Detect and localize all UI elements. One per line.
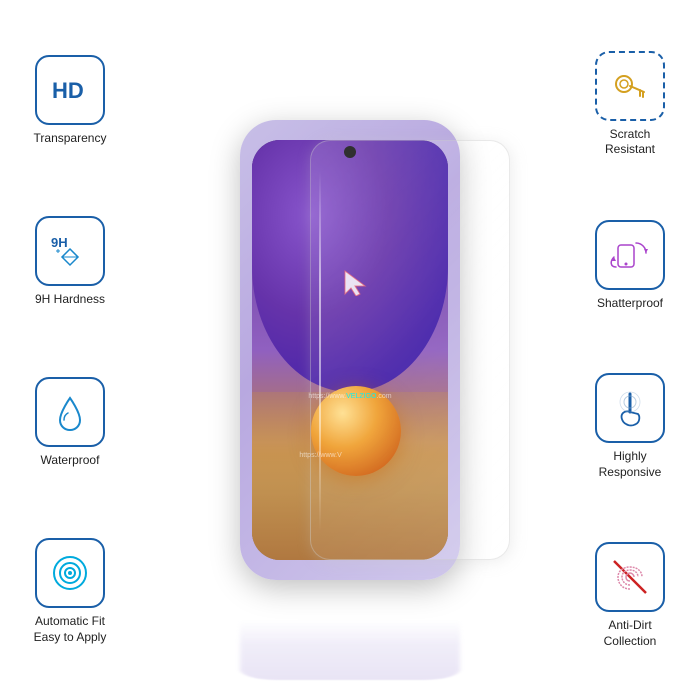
scratch-label: Scratch Resistant (605, 127, 655, 158)
touch-icon (608, 386, 652, 430)
main-container: HD Transparency 9H 9H Hard (0, 0, 700, 700)
antidirt-label: Anti-Dirt Collection (604, 618, 657, 649)
hardness-label: 9H Hardness (35, 292, 105, 308)
phone-container: https://www.VELZIGO.com https://www.V (190, 30, 510, 670)
autofit-label: Automatic Fit Easy to Apply (34, 614, 107, 645)
shatter-label: Shatterproof (597, 296, 663, 312)
autofit-icon-box (35, 538, 105, 608)
fingerprint-icon (608, 555, 652, 599)
hd-icon: HD (48, 68, 92, 112)
responsive-icon-box (595, 373, 665, 443)
feature-autofit: Automatic Fit Easy to Apply (34, 538, 107, 645)
right-features: Scratch Resistant Shatterproof (560, 0, 700, 700)
feature-highly-responsive: Highly Responsive (595, 373, 665, 480)
hd-label: Transparency (34, 131, 107, 147)
left-features: HD Transparency 9H 9H Hard (0, 0, 140, 700)
feature-waterproof: Waterproof (35, 377, 105, 469)
key-icon (608, 64, 652, 108)
diamond-icon-box: 9H (35, 216, 105, 286)
water-drop-icon (48, 390, 92, 434)
feature-hd-transparency: HD Transparency (34, 55, 107, 147)
hd-icon-box: HD (35, 55, 105, 125)
phone-rotate-icon (608, 233, 652, 277)
target-icon (48, 551, 92, 595)
svg-text:HD: HD (52, 78, 84, 103)
scratch-icon-box (595, 51, 665, 121)
waterproof-label: Waterproof (41, 453, 100, 469)
screen-protector (310, 140, 510, 560)
svg-text:9H: 9H (51, 235, 68, 250)
phone-reflection (240, 620, 460, 680)
feature-9h-hardness: 9H 9H Hardness (35, 216, 105, 308)
feature-anti-dirt: Anti-Dirt Collection (595, 542, 665, 649)
feature-shatterproof: Shatterproof (595, 220, 665, 312)
water-icon-box (35, 377, 105, 447)
shatter-icon-box (595, 220, 665, 290)
feature-scratch-resistant: Scratch Resistant (595, 51, 665, 158)
diamond-icon: 9H (48, 229, 92, 273)
antidirt-icon-box (595, 542, 665, 612)
responsive-label: Highly Responsive (599, 449, 662, 480)
